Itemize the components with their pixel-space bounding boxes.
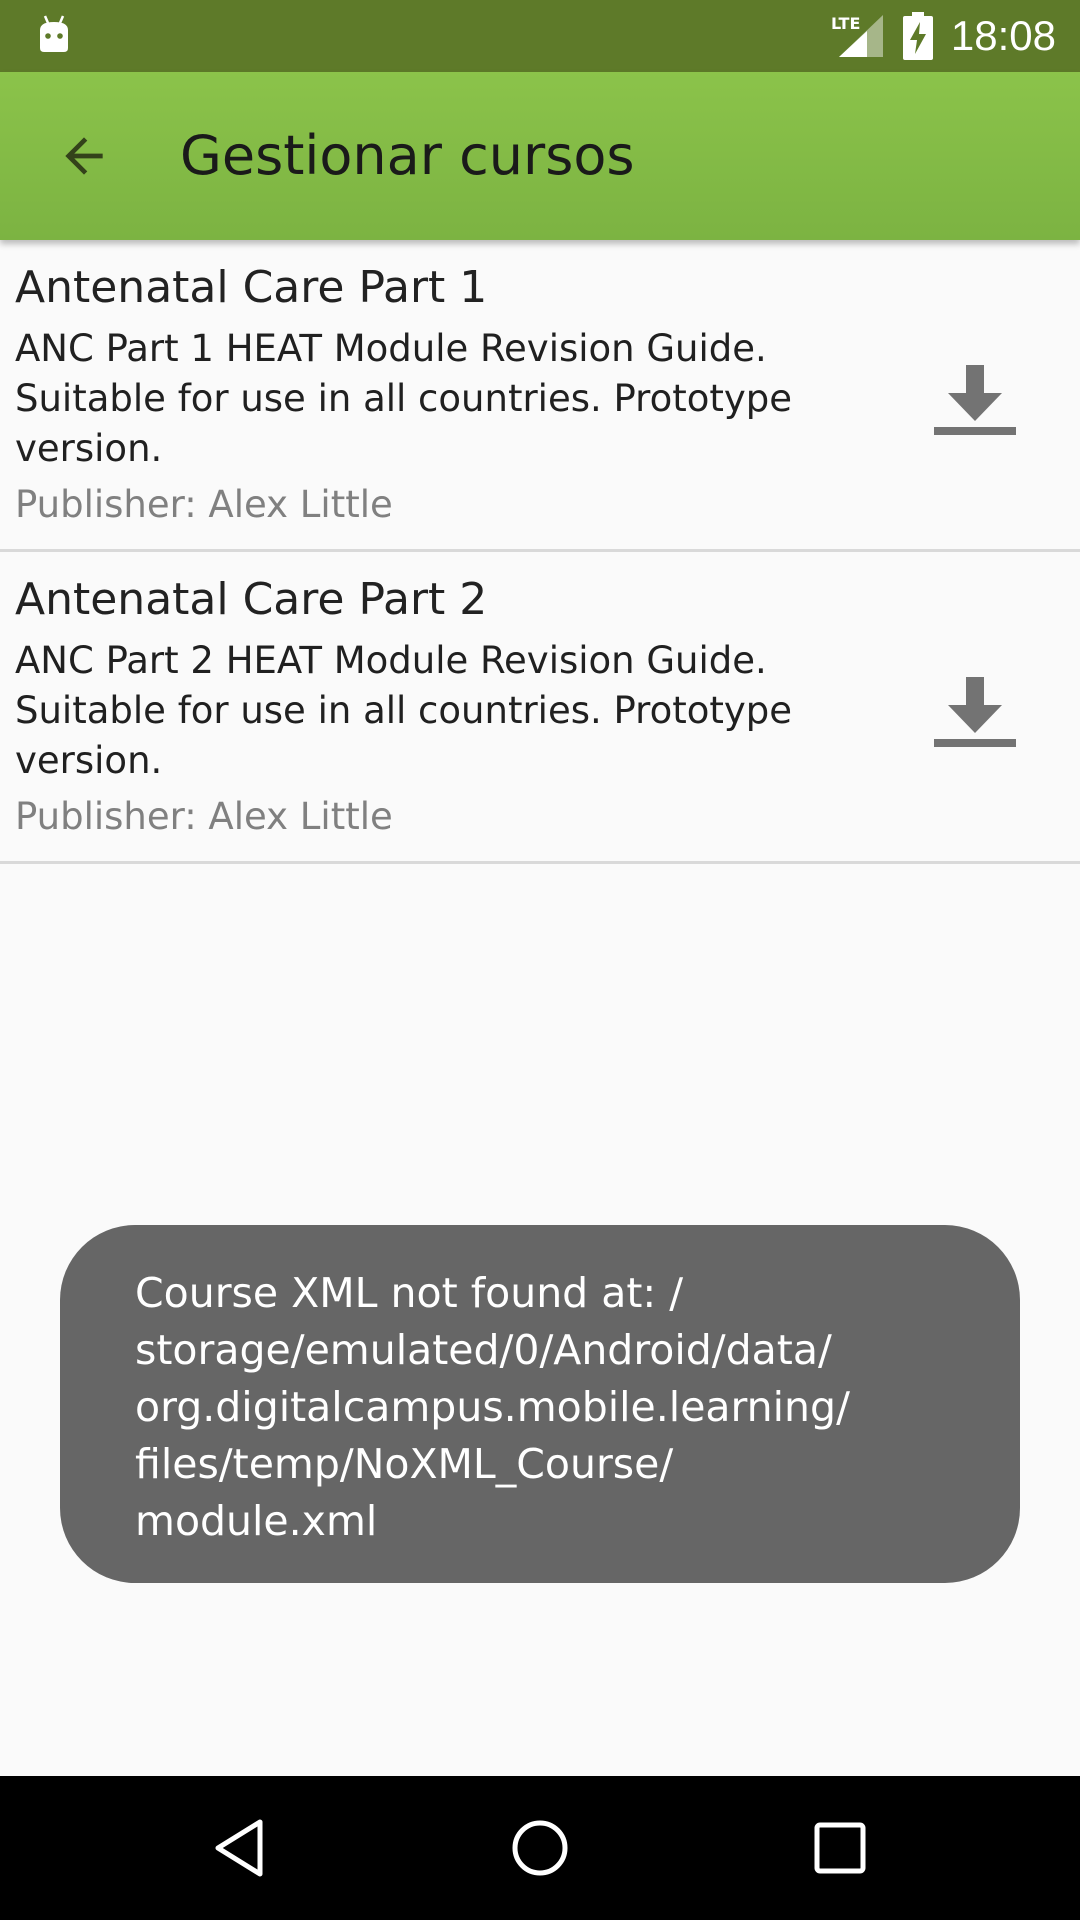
android-notification-icon xyxy=(40,15,68,52)
course-list-item[interactable]: Antenatal Care Part 2 ANC Part 2 HEAT Mo… xyxy=(0,552,1080,864)
nav-home-button[interactable] xyxy=(490,1798,590,1898)
course-publisher: Publisher: Alex Little xyxy=(15,795,393,838)
course-description: ANC Part 1 HEAT Module Revision Guide. S… xyxy=(15,324,815,474)
nav-back-button[interactable] xyxy=(190,1798,290,1898)
nav-back-icon xyxy=(215,1819,263,1877)
toast-line: storage/emulated/0/Android/data/ xyxy=(135,1326,832,1374)
nav-recents-icon xyxy=(814,1822,866,1874)
toast-line: Course XML not found at: / xyxy=(135,1269,684,1317)
course-title: Antenatal Care Part 2 xyxy=(15,574,488,625)
download-icon xyxy=(934,365,1016,435)
toast-line: files/temp/NoXML_Course/ xyxy=(135,1440,674,1488)
back-button[interactable] xyxy=(36,108,132,204)
course-list: Antenatal Care Part 1 ANC Part 1 HEAT Mo… xyxy=(0,240,1080,864)
course-title: Antenatal Care Part 1 xyxy=(15,262,488,313)
course-description-line: version. xyxy=(15,427,163,470)
battery-charging-icon xyxy=(902,12,933,60)
download-button[interactable] xyxy=(920,662,1030,762)
toast-line: module.xml xyxy=(135,1497,378,1545)
course-description-line: version. xyxy=(15,739,163,782)
course-description-line: Suitable for use in all countries. Proto… xyxy=(15,689,792,732)
course-publisher: Publisher: Alex Little xyxy=(15,483,393,526)
app-toolbar: Gestionar cursos xyxy=(0,72,1080,240)
course-description-line: ANC Part 1 HEAT Module Revision Guide. xyxy=(15,327,767,370)
page-title: Gestionar cursos xyxy=(180,124,635,187)
toast-line: org.digitalcampus.mobile.learning/ xyxy=(135,1383,850,1431)
lte-signal-icon: LTE xyxy=(831,14,883,57)
course-description: ANC Part 2 HEAT Module Revision Guide. S… xyxy=(15,636,815,786)
status-bar: LTE 18:08 xyxy=(0,0,1080,72)
nav-recents-button[interactable] xyxy=(790,1798,890,1898)
toast-message: Course XML not found at: / storage/emula… xyxy=(60,1225,1020,1583)
nav-home-icon xyxy=(512,1820,568,1876)
download-button[interactable] xyxy=(920,350,1030,450)
course-list-item[interactable]: Antenatal Care Part 1 ANC Part 1 HEAT Mo… xyxy=(0,240,1080,552)
arrow-back-icon xyxy=(65,137,103,175)
course-description-line: Suitable for use in all countries. Proto… xyxy=(15,377,792,420)
status-time: 18:08 xyxy=(950,12,1056,59)
screen: LTE 18:08 Gestionar cursos Antenatal Car… xyxy=(0,0,1080,1920)
lte-label: LTE xyxy=(831,14,860,33)
navigation-bar xyxy=(0,1776,1080,1920)
status-icons: LTE 18:08 xyxy=(829,0,1056,72)
download-icon xyxy=(934,677,1016,747)
course-description-line: ANC Part 2 HEAT Module Revision Guide. xyxy=(15,639,767,682)
